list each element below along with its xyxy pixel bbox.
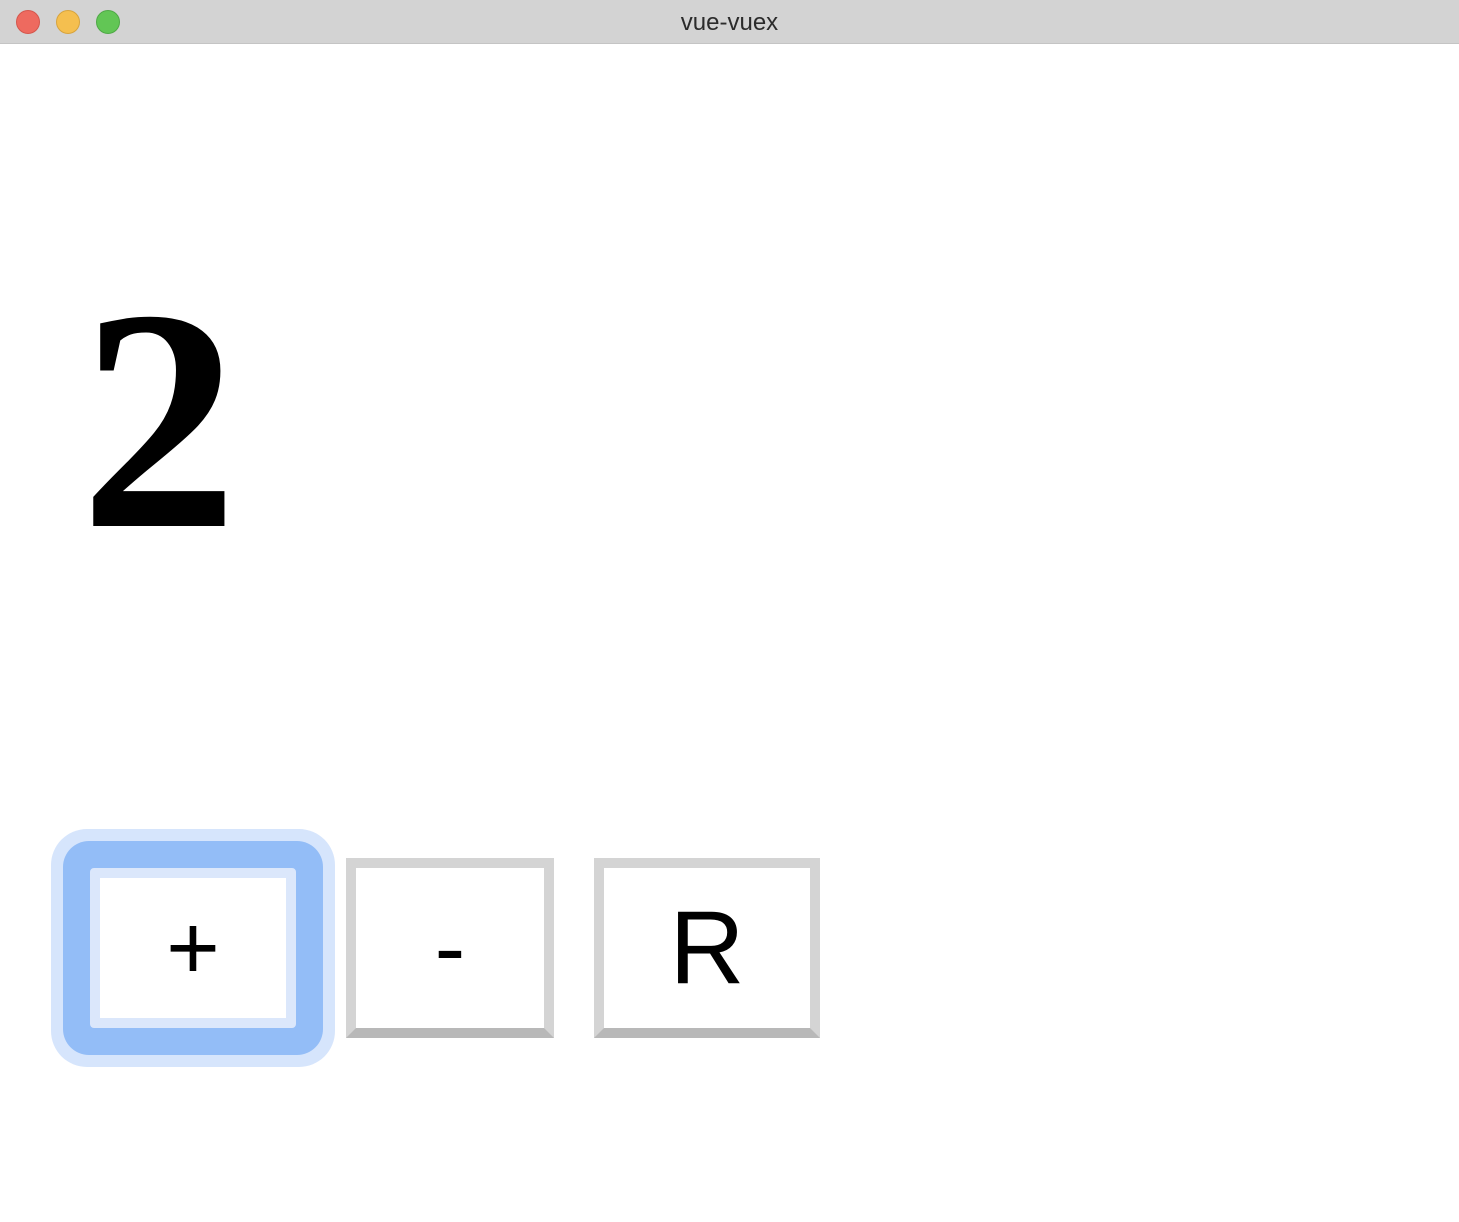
decrement-button[interactable]: - [346, 858, 554, 1038]
increment-button[interactable]: + [80, 858, 306, 1038]
app-window: vue-vuex 2 + - R [0, 0, 1459, 1222]
counter-value: 2 [80, 245, 238, 595]
reset-button[interactable]: R [594, 858, 820, 1038]
window-title: vue-vuex [680, 9, 779, 36]
title-bar: vue-vuex [0, 0, 1459, 44]
